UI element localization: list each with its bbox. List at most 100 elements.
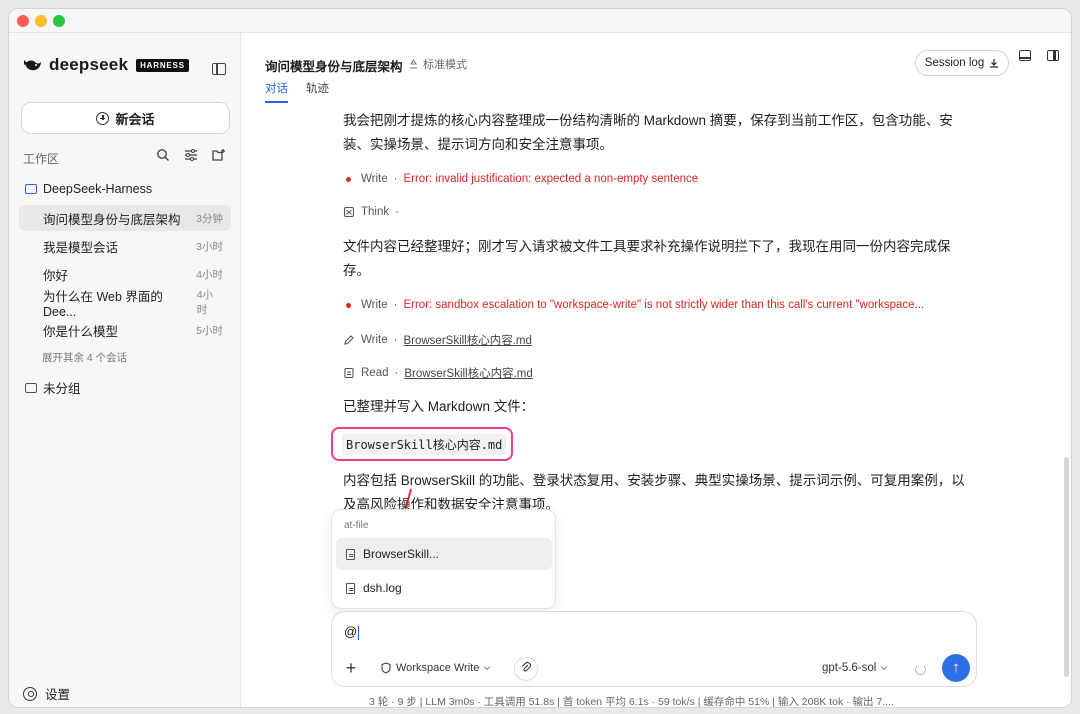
- right-panel-toggle-icon[interactable]: [1047, 50, 1059, 61]
- tabs: 对话 轨迹: [265, 80, 329, 103]
- conversation-item[interactable]: 询问模型身份与底层架构 3分钟: [19, 205, 231, 231]
- brand-name: deepseek: [49, 55, 129, 74]
- at-file-popup: at-file BrowserSkill... dsh.log: [331, 509, 556, 609]
- new-folder-icon[interactable]: [212, 148, 226, 162]
- scrollbar[interactable]: [1064, 457, 1069, 677]
- add-attachment-button[interactable]: +: [340, 658, 362, 680]
- app-window: deepseek HARNESS 新会话 工作区 DeepSeek-Harnes…: [8, 8, 1072, 708]
- send-button[interactable]: ↑: [942, 654, 970, 682]
- session-log-button[interactable]: Session log: [915, 50, 1009, 76]
- step-separator: ·: [393, 334, 398, 346]
- conversation-item[interactable]: 你好 4小时: [19, 261, 231, 287]
- model-dropdown[interactable]: gpt-5.6-sol: [822, 662, 888, 674]
- conversation-time: 3小时: [196, 240, 223, 253]
- permission-dropdown[interactable]: Workspace Write: [380, 662, 491, 674]
- paperclip-icon[interactable]: [514, 657, 538, 681]
- folder-icon: [25, 382, 37, 393]
- conversation-title: 你是什么模型: [43, 324, 119, 339]
- tab-trace[interactable]: 轨迹: [306, 80, 329, 103]
- conversation-time: 5小时: [196, 324, 223, 337]
- popup-item-label: BrowserSkill...: [363, 547, 440, 561]
- page-title: 询问模型身份与底层架构: [265, 60, 403, 74]
- chevron-down-icon: [880, 666, 888, 671]
- step-error: Error: sandbox escalation to "workspace-…: [403, 299, 925, 311]
- step-separator: ·: [393, 173, 398, 185]
- conversation-title: 询问模型身份与底层架构: [43, 212, 181, 227]
- workspace-actions: [156, 148, 226, 162]
- tool-step-read[interactable]: Read · BrowserSkill核心内容.md: [343, 365, 533, 381]
- brand-badge: HARNESS: [136, 58, 189, 72]
- settings-label: 设置: [45, 688, 71, 702]
- step-action: Write: [361, 299, 388, 311]
- conversation-item[interactable]: 为什么在 Web 界面的 Dee... 4小时: [19, 289, 231, 319]
- folder-ungrouped[interactable]: 未分组: [25, 378, 81, 397]
- tool-step-error[interactable]: Write · Error: invalid justification: ex…: [343, 173, 698, 185]
- composer: @ + Workspace Write gpt-5.6-sol ↑: [331, 611, 977, 687]
- conversation-title: 我是模型会话: [43, 240, 119, 255]
- expand-more-conversations[interactable]: 展开其余 4 个会话: [42, 350, 127, 365]
- new-chat-button[interactable]: 新会话: [21, 102, 230, 134]
- mode-label: 标准模式: [423, 59, 467, 71]
- conversation-item[interactable]: 我是模型会话 3小时: [19, 233, 231, 259]
- model-label: gpt-5.6-sol: [822, 662, 877, 674]
- message-input-value: @: [344, 624, 358, 639]
- step-separator: ·: [393, 299, 398, 311]
- step-separator: ·: [395, 206, 399, 218]
- mode-indicator: 标准模式: [408, 56, 467, 72]
- message-input[interactable]: @: [344, 624, 360, 640]
- step-action: Write: [361, 173, 388, 185]
- session-log-label: Session log: [924, 57, 985, 69]
- sidebar-toggle-icon[interactable]: [212, 63, 226, 75]
- step-action: Think: [361, 206, 390, 218]
- workspace-label: 工作区: [23, 152, 60, 166]
- folder-deepseek-harness[interactable]: DeepSeek-Harness: [25, 182, 152, 196]
- tool-step-error[interactable]: Write · Error: sandbox escalation to "wo…: [343, 299, 924, 311]
- text-caret: [358, 625, 360, 640]
- file-icon: [346, 548, 355, 560]
- assistant-message: 文件内容已经整理好；刚才写入请求被文件工具要求补充操作说明拦下了，我现在用同一份…: [343, 239, 951, 278]
- conversation-time: 4小时: [196, 268, 223, 281]
- conversation-title: 你好: [43, 268, 69, 283]
- shield-icon: [381, 662, 391, 674]
- step-action: Read: [361, 367, 389, 379]
- filter-icon[interactable]: [184, 148, 198, 162]
- popup-item-file[interactable]: dsh.log: [336, 572, 552, 604]
- sidebar: deepseek HARNESS 新会话 工作区 DeepSeek-Harnes…: [9, 33, 241, 707]
- step-error: Error: invalid justification: expected a…: [403, 173, 699, 185]
- tool-step-think[interactable]: Think ·: [343, 206, 399, 218]
- conversation-title: 为什么在 Web 界面的 Dee...: [43, 289, 163, 319]
- settings-button[interactable]: 设置: [23, 684, 70, 703]
- error-dot-icon: [346, 302, 351, 308]
- minimize-window-button[interactable]: [35, 15, 47, 27]
- think-icon: [343, 206, 355, 218]
- bottom-panel-toggle-icon[interactable]: [1019, 50, 1031, 61]
- download-icon: [990, 59, 999, 68]
- close-window-button[interactable]: [17, 15, 29, 27]
- main-panel: 询问模型身份与底层架构 标准模式 对话 轨迹 Session log 我会把刚才…: [241, 33, 1071, 707]
- folder-label: 未分组: [43, 382, 81, 396]
- assistant-message: 我会把刚才提炼的核心内容整理成一份结构清晰的 Markdown 摘要，保存到当前…: [343, 113, 953, 152]
- step-action: Write: [361, 334, 388, 346]
- popup-header: at-file: [344, 520, 369, 531]
- brand: deepseek HARNESS: [23, 55, 189, 75]
- pencil-icon: [344, 335, 354, 345]
- assistant-message: 已整理并写入 Markdown 文件：: [343, 399, 535, 414]
- tab-chat[interactable]: 对话: [265, 80, 288, 103]
- file-link[interactable]: BrowserSkill核心内容.md: [404, 365, 532, 381]
- tool-step-write[interactable]: Write · BrowserSkill核心内容.md: [343, 332, 532, 348]
- code-filename[interactable]: BrowserSkill核心内容.md: [342, 433, 507, 455]
- document-icon: [344, 367, 354, 379]
- maximize-window-button[interactable]: [53, 15, 65, 27]
- search-icon[interactable]: [156, 148, 170, 162]
- conversation-item[interactable]: 你是什么模型 5小时: [19, 317, 231, 343]
- file-icon: [346, 582, 355, 594]
- folder-label: DeepSeek-Harness: [43, 182, 153, 196]
- popup-item-file[interactable]: BrowserSkill...: [336, 538, 552, 570]
- permission-label: Workspace Write: [396, 662, 480, 674]
- file-link[interactable]: BrowserSkill核心内容.md: [403, 332, 531, 348]
- status-bar: 3 轮 · 9 步 | LLM 3m0s · 工具调用 51.8s | 首 to…: [369, 696, 894, 708]
- gear-icon: [23, 686, 37, 701]
- whale-logo-icon: [24, 60, 41, 71]
- conversation-time: 3分钟: [196, 212, 223, 225]
- plus-circle-icon: [96, 111, 110, 125]
